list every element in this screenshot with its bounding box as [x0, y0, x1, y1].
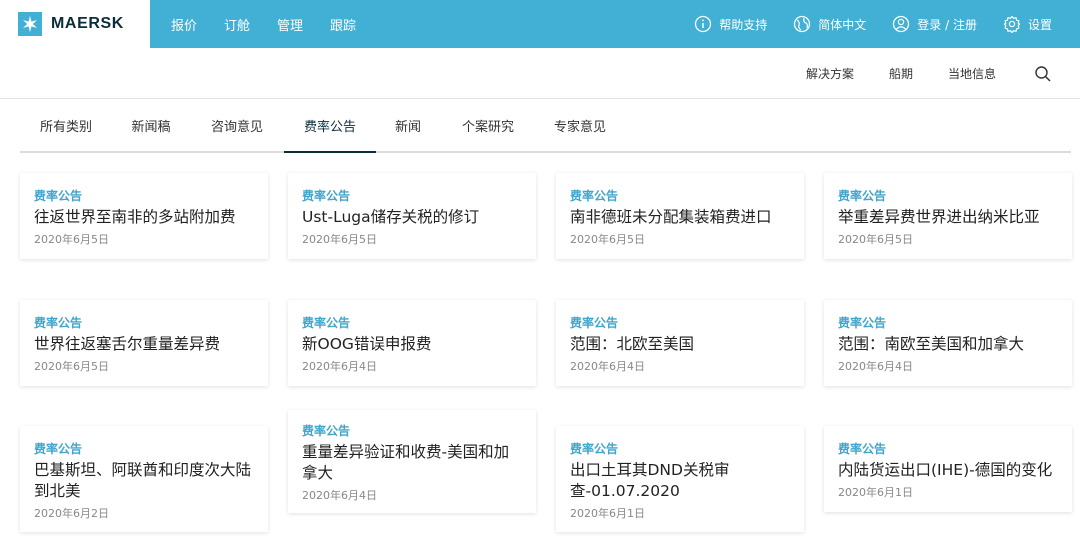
language-label: 简体中文	[818, 17, 867, 32]
article-card[interactable]: 费率公告 南非德班未分配集装箱费进口 2020年6月5日	[556, 173, 804, 259]
card-date: 2020年6月4日	[302, 360, 377, 373]
card-title[interactable]: 往返世界至南非的多站附加费	[34, 207, 254, 228]
tab-case-studies[interactable]: 个案研究	[440, 105, 536, 151]
top-navigation-bar: MAERSK 报价 订舱 管理 跟踪 帮助支持 简体中文 登录 / 注册 设置	[0, 0, 1080, 48]
nav-solutions[interactable]: 解决方案	[806, 65, 854, 82]
help-label: 帮助支持	[719, 17, 768, 32]
brand-logo[interactable]: MAERSK	[0, 0, 150, 48]
secondary-nav-bar: 解决方案 船期 当地信息	[0, 48, 1080, 99]
tab-news[interactable]: 新闻	[376, 105, 440, 151]
article-card[interactable]: 费率公告 巴基斯坦、阿联酋和印度次大陆到北美 2020年6月2日	[20, 426, 268, 532]
card-category: 费率公告	[302, 316, 351, 330]
card-title[interactable]: 世界往返塞舌尔重量差异费	[34, 334, 254, 355]
article-card[interactable]: 费率公告 重量差异验证和收费-美国和加拿大 2020年6月4日	[288, 410, 536, 513]
search-icon[interactable]	[1034, 65, 1052, 83]
utility-nav: 帮助支持 简体中文 登录 / 注册 设置	[694, 0, 1080, 48]
card-date: 2020年6月4日	[570, 360, 645, 373]
card-category: 费率公告	[570, 189, 619, 203]
nav-booking[interactable]: 订舱	[224, 15, 250, 34]
star-logo-icon	[18, 12, 42, 36]
globe-icon	[794, 15, 811, 33]
language-selector[interactable]: 简体中文	[793, 15, 866, 33]
tab-press-releases[interactable]: 新闻稿	[112, 105, 190, 151]
card-title[interactable]: 内陆货运出口(IHE)-德国的变化	[838, 460, 1058, 481]
gear-icon	[1003, 15, 1021, 33]
card-date: 2020年6月1日	[838, 486, 913, 499]
card-title[interactable]: 范围：北欧至美国	[570, 334, 790, 355]
article-card[interactable]: 费率公告 范围：南欧至美国和加拿大 2020年6月4日	[824, 300, 1072, 386]
nav-quote[interactable]: 报价	[171, 15, 197, 34]
card-title[interactable]: 重量差异验证和收费-美国和加拿大	[302, 442, 522, 484]
info-icon	[695, 15, 712, 33]
tab-advisories[interactable]: 咨询意见	[190, 105, 284, 151]
article-card[interactable]: 费率公告 新OOG错误申报费 2020年6月4日	[288, 300, 536, 386]
card-title[interactable]: 举重差异费世界进出纳米比亚	[838, 207, 1058, 228]
card-title[interactable]: 巴基斯坦、阿联酋和印度次大陆到北美	[34, 460, 254, 502]
card-title[interactable]: 南非德班未分配集装箱费进口	[570, 207, 790, 228]
card-category: 费率公告	[570, 442, 619, 456]
secondary-nav: 解决方案 船期 当地信息	[806, 48, 1052, 99]
card-category: 费率公告	[34, 442, 83, 456]
card-category: 费率公告	[34, 189, 83, 203]
login-label: 登录 / 注册	[917, 17, 977, 32]
settings-link[interactable]: 设置	[1003, 15, 1052, 33]
tab-expert-opinions[interactable]: 专家意见	[536, 105, 624, 151]
help-link[interactable]: 帮助支持	[694, 15, 767, 33]
card-title[interactable]: 范围：南欧至美国和加拿大	[838, 334, 1058, 355]
card-category: 费率公告	[302, 189, 351, 203]
article-card[interactable]: 费率公告 举重差异费世界进出纳米比亚 2020年6月5日	[824, 173, 1072, 259]
card-category: 费率公告	[838, 442, 887, 456]
card-category: 费率公告	[838, 316, 887, 330]
tab-rate-announcements[interactable]: 费率公告	[284, 105, 376, 153]
nav-track[interactable]: 跟踪	[330, 15, 356, 34]
card-date: 2020年6月5日	[570, 233, 645, 246]
article-card[interactable]: 费率公告 内陆货运出口(IHE)-德国的变化 2020年6月1日	[824, 426, 1072, 512]
article-card[interactable]: 费率公告 范围：北欧至美国 2020年6月4日	[556, 300, 804, 386]
login-link[interactable]: 登录 / 注册	[892, 15, 977, 33]
tab-all-categories[interactable]: 所有类别	[20, 105, 112, 151]
main-nav-bar: 报价 订舱 管理 跟踪 帮助支持 简体中文 登录 / 注册 设置	[150, 0, 1080, 48]
user-icon	[893, 15, 910, 33]
card-date: 2020年6月5日	[34, 360, 109, 373]
card-date: 2020年6月5日	[838, 233, 913, 246]
card-date: 2020年6月2日	[34, 507, 109, 520]
article-card[interactable]: 费率公告 世界往返塞舌尔重量差异费 2020年6月5日	[20, 300, 268, 386]
nav-manage[interactable]: 管理	[277, 15, 303, 34]
card-title[interactable]: Ust-Luga储存关税的修订	[302, 207, 522, 228]
article-card[interactable]: 费率公告 Ust-Luga储存关税的修订 2020年6月5日	[288, 173, 536, 259]
card-category: 费率公告	[838, 189, 887, 203]
card-date: 2020年6月4日	[302, 489, 377, 502]
card-title[interactable]: 新OOG错误申报费	[302, 334, 522, 355]
card-date: 2020年6月5日	[34, 233, 109, 246]
card-title[interactable]: 出口土耳其DND关税审查-01.07.2020	[570, 460, 790, 502]
brand-name: MAERSK	[51, 15, 124, 32]
card-date: 2020年6月5日	[302, 233, 377, 246]
nav-schedules[interactable]: 船期	[889, 65, 913, 82]
card-category: 费率公告	[34, 316, 83, 330]
category-tabs: 所有类别 新闻稿 咨询意见 费率公告 新闻 个案研究 专家意见	[20, 105, 1071, 153]
card-category: 费率公告	[570, 316, 619, 330]
nav-local-info[interactable]: 当地信息	[948, 65, 996, 82]
main-nav: 报价 订舱 管理 跟踪	[171, 0, 383, 48]
card-date: 2020年6月4日	[838, 360, 913, 373]
card-date: 2020年6月1日	[570, 507, 645, 520]
article-card[interactable]: 费率公告 出口土耳其DND关税审查-01.07.2020 2020年6月1日	[556, 426, 804, 532]
card-category: 费率公告	[302, 424, 351, 438]
article-card[interactable]: 费率公告 往返世界至南非的多站附加费 2020年6月5日	[20, 173, 268, 259]
settings-label: 设置	[1027, 17, 1052, 32]
